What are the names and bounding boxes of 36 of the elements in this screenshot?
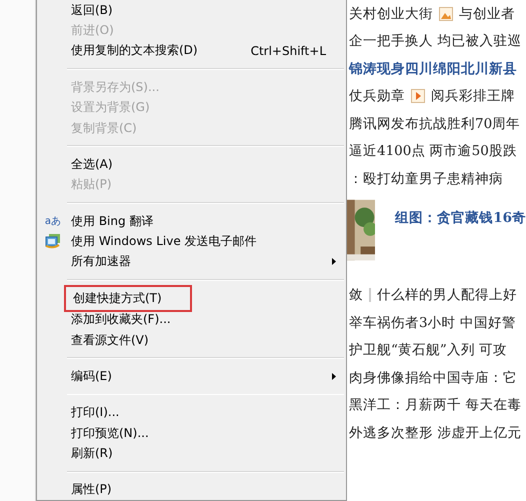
news-link[interactable]: 什么样的男人配得上好: [377, 286, 517, 304]
mail-icon: [45, 233, 61, 250]
menu-item[interactable]: 编码(E): [39, 366, 344, 387]
play-icon: [411, 89, 425, 104]
news-link[interactable]: 阅兵彩排王牌: [431, 87, 515, 106]
headline-link[interactable]: 锦涛现身四川绵阳北川新县: [349, 60, 517, 78]
news-link[interactable]: ：殴打幼童男子患精神病: [349, 170, 503, 188]
news-link[interactable]: 企一把手换人 均已被入驻巡: [349, 32, 522, 50]
news-link[interactable]: 关村创业大街: [349, 4, 433, 23]
news-link[interactable]: 仗兵勋章: [349, 87, 405, 106]
news-link[interactable]: 腾讯网发布抗战胜利70周年: [349, 114, 520, 133]
menu-item[interactable]: 创建快捷方式(T): [39, 288, 344, 310]
menu-item[interactable]: 打印(I)...: [39, 402, 344, 423]
news-link[interactable]: 敛: [349, 286, 363, 304]
translate-icon: aあ: [44, 214, 62, 228]
menu-item[interactable]: aあ 使用 Bing 翻译: [39, 210, 344, 232]
news-link[interactable]: 护卫舰“黄石舰”入列 可攻: [349, 341, 508, 360]
news-link[interactable]: 与创业者: [459, 4, 515, 23]
news-link[interactable]: 举车祸伤者3小时 中国好警: [349, 314, 516, 332]
menu-item[interactable]: 所有加速器: [39, 252, 344, 272]
menu-item[interactable]: 返回(B): [39, 0, 344, 20]
menu-item[interactable]: 使用 Windows Live 发送电子邮件: [39, 231, 344, 252]
divider-bar: [369, 288, 371, 302]
image-icon: [439, 6, 453, 21]
news-link[interactable]: 外逃多次整形 涉虚开上亿元: [349, 424, 522, 442]
highlight-frame: 创建快捷方式(T): [64, 285, 192, 312]
news-link[interactable]: 黑洋工：月薪两千 每天在毒: [349, 396, 522, 414]
photo-caption[interactable]: 组图：贪官藏钱16奇: [395, 208, 526, 226]
menu-item[interactable]: 刷新(R): [39, 443, 344, 464]
menu-item[interactable]: 使用复制的文本搜索(D) Ctrl+Shift+L: [39, 40, 344, 62]
news-link[interactable]: 肉身佛像捐给中国寺庙：它: [349, 368, 517, 387]
news-link[interactable]: 逼近4100点 两市逾50股跌: [349, 142, 517, 160]
menu-item[interactable]: 全选(A): [39, 154, 344, 175]
menu-item[interactable]: 属性(P): [39, 480, 344, 500]
menu-item[interactable]: 打印预览(N)...: [39, 422, 344, 444]
menu-item[interactable]: 查看源文件(V): [39, 330, 344, 350]
